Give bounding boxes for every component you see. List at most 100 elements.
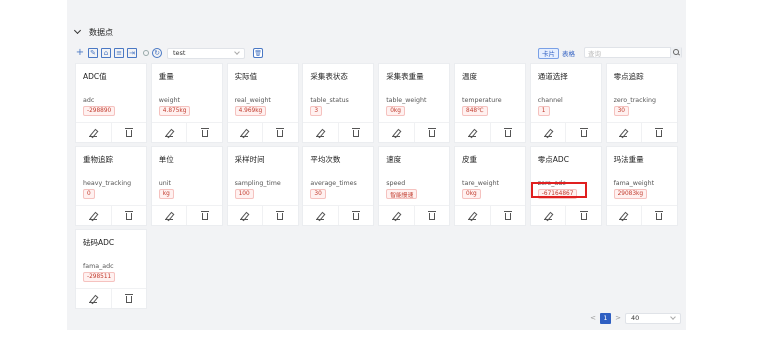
trash-icon bbox=[655, 128, 664, 137]
delete-button[interactable] bbox=[110, 206, 147, 225]
edit-icon bbox=[240, 129, 249, 137]
datapoint-card[interactable]: 重物追踪 heavy_tracking 0 bbox=[75, 146, 147, 226]
list-icon[interactable]: ≡ bbox=[114, 48, 124, 58]
edit-button[interactable] bbox=[228, 206, 263, 225]
card-title: 实际值 bbox=[234, 72, 258, 81]
edit-button[interactable] bbox=[607, 206, 642, 225]
trash-icon bbox=[200, 128, 209, 137]
edit-button[interactable] bbox=[76, 289, 111, 308]
edit-button[interactable] bbox=[152, 123, 187, 142]
card-value-badge: 0 bbox=[83, 189, 95, 199]
card-value-badge: 4.875kg bbox=[158, 106, 191, 116]
edit-button[interactable] bbox=[531, 123, 566, 142]
card-title: 砝码ADC bbox=[83, 238, 115, 247]
card-actions bbox=[227, 205, 298, 225]
edit-button[interactable] bbox=[228, 123, 263, 142]
card-value-badge: kg bbox=[158, 189, 174, 199]
delete-button[interactable] bbox=[262, 206, 298, 225]
delete-button[interactable] bbox=[186, 123, 222, 142]
trash-icon bbox=[124, 128, 133, 137]
card-actions bbox=[151, 205, 222, 225]
card-field-name: tare_weight bbox=[462, 180, 500, 187]
delete-button[interactable] bbox=[489, 123, 526, 142]
delete-button[interactable] bbox=[641, 206, 677, 225]
edit-button[interactable] bbox=[76, 206, 111, 225]
datapoint-card[interactable]: 温度 temperature 848℃ bbox=[454, 63, 526, 143]
next-page-button[interactable]: > bbox=[614, 313, 622, 323]
edit-button[interactable] bbox=[607, 123, 642, 142]
edit-button[interactable] bbox=[303, 206, 338, 225]
edit-icon[interactable]: ✎ bbox=[88, 48, 98, 58]
card-title: 采集表重量 bbox=[386, 72, 424, 81]
edit-button[interactable] bbox=[76, 123, 111, 142]
view-toggle: 卡片 表格 bbox=[538, 47, 578, 59]
delete-button[interactable] bbox=[413, 123, 450, 142]
datapoint-card[interactable]: 砝码ADC fama_adc -298511 bbox=[75, 229, 147, 309]
card-value-badge: 4.969kg bbox=[234, 106, 267, 116]
delete-button[interactable] bbox=[413, 206, 450, 225]
card-field-name: weight bbox=[158, 97, 181, 104]
edit-button[interactable] bbox=[379, 123, 414, 142]
add-icon[interactable]: + bbox=[75, 48, 85, 58]
datapoint-card[interactable]: 实际值 real_weight 4.969kg bbox=[226, 63, 299, 143]
edit-button[interactable] bbox=[455, 206, 490, 225]
trash-icon bbox=[276, 211, 285, 220]
page-size-select[interactable]: 40 bbox=[625, 312, 681, 324]
datapoint-card[interactable]: 采集表状态 table_status 3 bbox=[302, 63, 375, 143]
delete-button[interactable] bbox=[337, 123, 374, 142]
datapoint-card[interactable]: 速度 speed 智能慢速 bbox=[378, 146, 451, 226]
card-title: 采集表状态 bbox=[310, 72, 348, 81]
delete-button[interactable] bbox=[110, 123, 147, 142]
delete-button[interactable] bbox=[262, 123, 298, 142]
export-icon[interactable]: ⇥ bbox=[127, 48, 137, 58]
search-input[interactable]: 查询 bbox=[584, 47, 682, 58]
chevron-down-icon bbox=[670, 314, 676, 320]
import-icon[interactable]: ⌂ bbox=[101, 48, 111, 58]
delete-icon[interactable]: 🗑 bbox=[253, 48, 263, 58]
edit-icon bbox=[619, 129, 628, 137]
edit-button[interactable] bbox=[531, 206, 566, 225]
datapoint-card[interactable]: ADC值 adc -298890 bbox=[75, 63, 147, 143]
page-number-current[interactable]: 1 bbox=[600, 312, 611, 324]
device-select-value: test bbox=[173, 49, 186, 57]
edit-button[interactable] bbox=[303, 123, 338, 142]
delete-button[interactable] bbox=[337, 206, 374, 225]
datapoint-card[interactable]: 通道选择 channel 1 bbox=[529, 63, 602, 143]
delete-button[interactable] bbox=[186, 206, 222, 225]
refresh-icon[interactable]: ↻ bbox=[152, 48, 162, 58]
card-field-name: speed bbox=[386, 180, 406, 187]
page-size-value: 40 bbox=[631, 314, 640, 322]
search-icon[interactable] bbox=[670, 47, 681, 58]
card-value-badge: 1 bbox=[537, 106, 550, 116]
delete-button[interactable] bbox=[110, 289, 147, 308]
edit-button[interactable] bbox=[152, 206, 187, 225]
delete-button[interactable] bbox=[565, 123, 601, 142]
view-table-button[interactable]: 表格 bbox=[559, 48, 578, 59]
settings-icon[interactable] bbox=[143, 50, 149, 56]
datapoint-card[interactable]: 玛法重量 fama_weight 29083kg bbox=[605, 146, 678, 226]
search-placeholder: 查询 bbox=[588, 49, 601, 58]
card-value-badge: 100 bbox=[234, 189, 254, 199]
prev-page-button[interactable]: < bbox=[589, 313, 597, 323]
chevron-down-icon[interactable] bbox=[73, 26, 82, 35]
edit-button[interactable] bbox=[455, 123, 490, 142]
datapoint-card[interactable]: 单位 unit kg bbox=[150, 146, 223, 226]
delete-button[interactable] bbox=[565, 206, 601, 225]
datapoint-card[interactable]: 采样时间 sampling_time 100 bbox=[226, 146, 299, 226]
datapoint-card[interactable]: 零点追踪 zero_tracking 30 bbox=[605, 63, 678, 143]
edit-icon bbox=[316, 129, 325, 137]
datapoint-card[interactable]: 重量 weight 4.875kg bbox=[150, 63, 223, 143]
card-title: 重物追踪 bbox=[83, 155, 113, 164]
panel-header[interactable]: 数据点 bbox=[67, 20, 686, 44]
edit-button[interactable] bbox=[379, 206, 414, 225]
delete-button[interactable] bbox=[641, 123, 677, 142]
card-actions bbox=[227, 122, 298, 142]
device-select[interactable]: test bbox=[167, 47, 245, 59]
trash-icon bbox=[124, 211, 133, 220]
datapoint-card[interactable]: 平均次数 average_times 30 bbox=[302, 146, 375, 226]
view-card-button[interactable]: 卡片 bbox=[538, 47, 559, 59]
card-actions bbox=[76, 122, 146, 142]
datapoint-card[interactable]: 采集表重量 table_weight 0kg bbox=[378, 63, 451, 143]
datapoint-card[interactable]: 皮重 tare_weight 0kg bbox=[454, 146, 526, 226]
delete-button[interactable] bbox=[489, 206, 526, 225]
